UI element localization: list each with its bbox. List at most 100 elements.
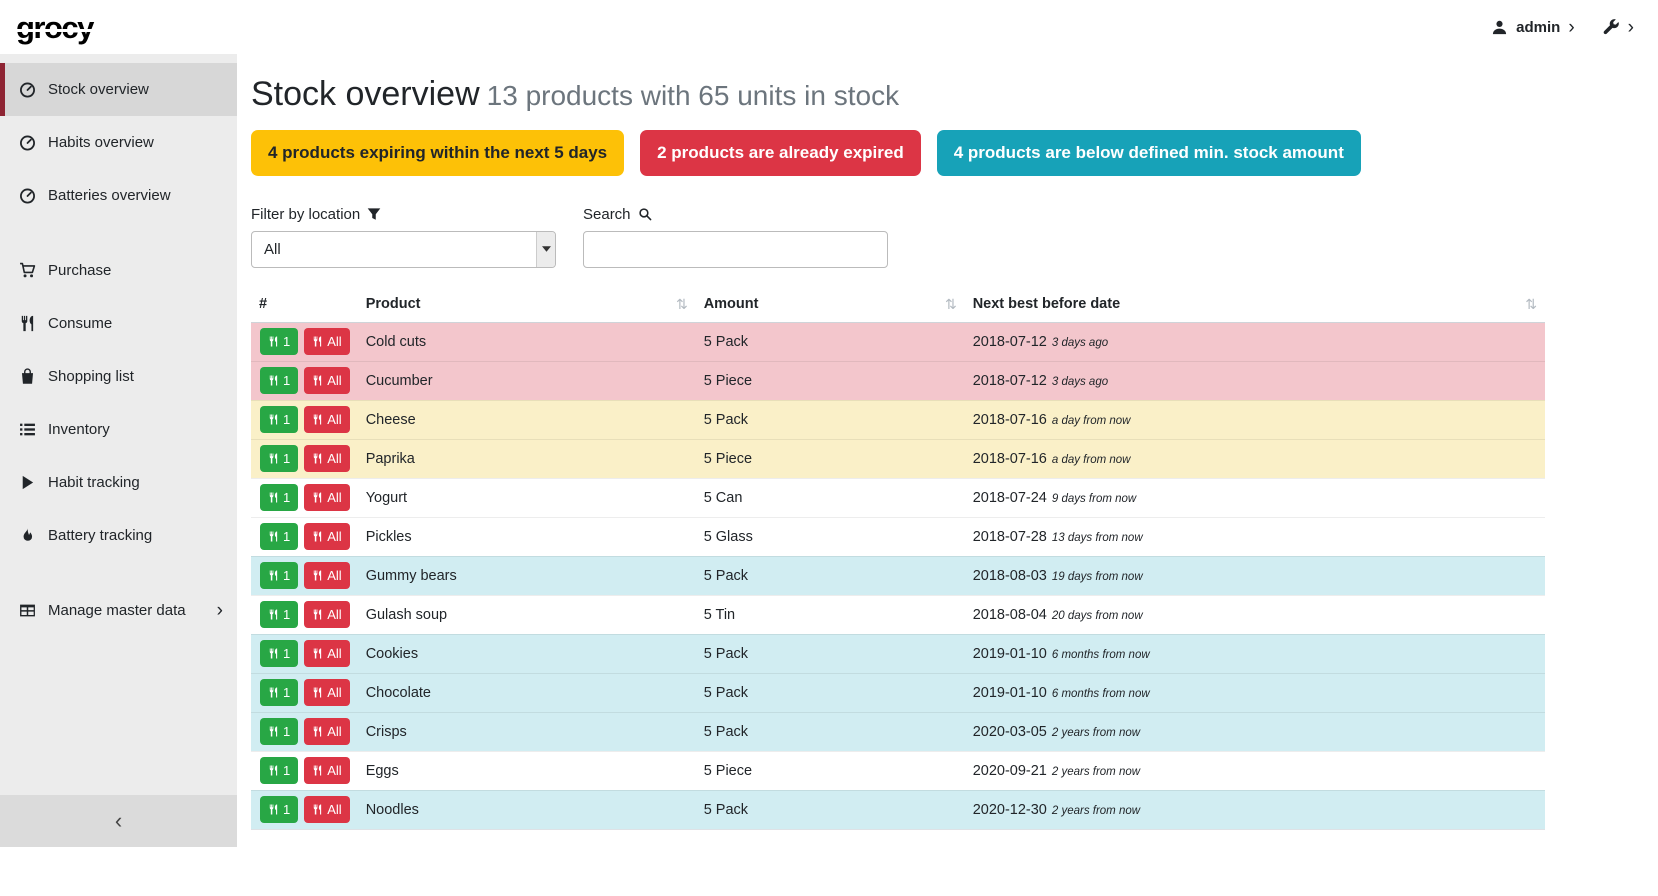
product-name: Noodles: [366, 802, 419, 818]
consume-one-button[interactable]: 1: [260, 796, 298, 823]
consume-all-button[interactable]: All: [304, 757, 349, 784]
sidebar-item-habits-overview[interactable]: Habits overview: [0, 116, 237, 169]
utensils-icon: [268, 804, 279, 815]
consume-all-button-label: All: [327, 763, 341, 778]
sidebar-item-purchase[interactable]: Purchase: [0, 244, 237, 297]
table-row: 1AllCookies5 Pack2019-01-106 months from…: [251, 634, 1545, 673]
search-input[interactable]: [583, 231, 888, 268]
consume-all-button[interactable]: All: [304, 562, 349, 589]
amount-value-cell: 5 Pack: [696, 673, 965, 712]
consume-one-button[interactable]: 1: [260, 523, 298, 550]
status-badge-3[interactable]: 4 products are below defined min. stock …: [937, 130, 1361, 176]
best-before-date: 2018-07-12: [973, 373, 1047, 389]
search-label: Search: [583, 206, 888, 223]
utensils-icon: [312, 687, 323, 698]
product-name-cell: Eggs: [358, 751, 696, 790]
product-name: Cookies: [366, 646, 418, 662]
table-row: 1AllChocolate5 Pack2019-01-106 months fr…: [251, 673, 1545, 712]
utensils-icon: [268, 765, 279, 776]
sidebar-item-consume[interactable]: Consume: [0, 297, 237, 350]
utensils-icon: [312, 648, 323, 659]
utensils-icon: [312, 375, 323, 386]
location-filter-select[interactable]: All: [251, 231, 556, 268]
status-badge-1[interactable]: 4 products expiring within the next 5 da…: [251, 130, 624, 176]
location-filter-value: All: [252, 241, 536, 258]
row-actions-cell: 1 All: [251, 634, 358, 673]
utensils-icon: [312, 492, 323, 503]
consume-all-button[interactable]: All: [304, 718, 349, 745]
best-before-date: 2018-07-24: [973, 490, 1047, 506]
sidebar-item-label: Battery tracking: [48, 527, 152, 544]
best-before-date: 2018-07-28: [973, 529, 1047, 545]
best-before-date-cell: 2018-07-16a day from now: [965, 400, 1545, 439]
column-header-product[interactable]: Product ⇅: [358, 292, 696, 323]
consume-all-button[interactable]: All: [304, 796, 349, 823]
search-label-text: Search: [583, 206, 631, 223]
stock-table: # Product ⇅ Amount ⇅ Next best before da…: [251, 292, 1545, 830]
sidebar-collapse-button[interactable]: ‹: [0, 795, 237, 847]
consume-one-button[interactable]: 1: [260, 406, 298, 433]
consume-one-button[interactable]: 1: [260, 679, 298, 706]
row-actions-cell: 1All: [251, 712, 358, 751]
consume-all-button[interactable]: All: [304, 445, 349, 472]
consume-one-button[interactable]: 1: [260, 562, 298, 589]
best-before-date-cell: 2020-12-302 years from now: [965, 790, 1545, 829]
amount-value-cell: 5 Piece: [696, 439, 965, 478]
consume-all-button[interactable]: All: [304, 523, 349, 550]
sidebar-item-label: Batteries overview: [48, 187, 171, 204]
column-header-amount[interactable]: Amount ⇅: [696, 292, 965, 323]
consume-all-button[interactable]: All: [304, 679, 349, 706]
sidebar-item-manage-master-data[interactable]: Manage master data›: [0, 584, 237, 637]
consume-all-button[interactable]: All: [304, 328, 349, 355]
sidebar-item-battery-tracking[interactable]: Battery tracking: [0, 509, 237, 562]
consume-one-button[interactable]: 1: [260, 367, 298, 394]
utensils-icon: [268, 531, 279, 542]
relative-time: 19 days from now: [1052, 571, 1143, 583]
column-header-number: #: [251, 292, 358, 323]
app-logo[interactable]: grocy: [16, 12, 93, 43]
sidebar-item-batteries-overview[interactable]: Batteries overview: [0, 169, 237, 222]
consume-all-button[interactable]: All: [304, 601, 349, 628]
user-menu[interactable]: admin ›: [1491, 18, 1575, 37]
consume-one-button[interactable]: 1: [260, 640, 298, 667]
consume-all-button[interactable]: All: [304, 406, 349, 433]
cart-icon: [19, 262, 36, 279]
page-title: Stock overview13 products with 65 units …: [251, 74, 1658, 115]
consume-one-button[interactable]: 1: [260, 718, 298, 745]
filter-icon: [367, 207, 381, 221]
sidebar-item-inventory[interactable]: Inventory: [0, 403, 237, 456]
table-row: 1AllPaprika5 Piece2018-07-16a day from n…: [251, 439, 1545, 478]
amount-value-cell: 5 Pack: [696, 400, 965, 439]
product-name-cell: Cookies: [358, 634, 696, 673]
main-content: Stock overview13 products with 65 units …: [237, 54, 1658, 830]
amount-value-cell: 5 Piece: [696, 361, 965, 400]
sidebar-item-label: Shopping list: [48, 368, 134, 385]
sidebar-item-habit-tracking[interactable]: Habit tracking: [0, 456, 237, 509]
consume-one-button[interactable]: 1: [260, 601, 298, 628]
consume-one-button[interactable]: 1: [260, 484, 298, 511]
best-before-date-cell: 2020-03-052 years from now: [965, 712, 1545, 751]
consume-all-button-label: All: [327, 646, 341, 661]
consume-one-button[interactable]: 1: [260, 328, 298, 355]
consume-all-button[interactable]: All: [304, 367, 349, 394]
utensils-icon: [312, 336, 323, 347]
sidebar-item-stock-overview[interactable]: Stock overview: [0, 63, 237, 116]
top-right-menus: admin › ›: [1491, 18, 1634, 37]
column-header-best-before[interactable]: Next best before date ⇅: [965, 292, 1545, 323]
best-before-date-cell: 2018-08-0420 days from now: [965, 595, 1545, 634]
chevron-left-icon: ‹: [115, 808, 122, 834]
consume-all-button[interactable]: All: [304, 484, 349, 511]
consume-all-button[interactable]: All: [304, 640, 349, 667]
consume-one-button-label: 1: [283, 490, 290, 505]
consume-one-button-label: 1: [283, 334, 290, 349]
settings-menu[interactable]: ›: [1603, 18, 1634, 37]
utensils-icon: [312, 453, 323, 464]
best-before-date: 2020-03-05: [973, 724, 1047, 740]
user-name: admin: [1516, 19, 1560, 36]
relative-time: 20 days from now: [1052, 610, 1143, 622]
status-badge-2[interactable]: 2 products are already expired: [640, 130, 921, 176]
product-name-cell: Chocolate: [358, 673, 696, 712]
consume-one-button[interactable]: 1: [260, 757, 298, 784]
consume-one-button[interactable]: 1: [260, 445, 298, 472]
sidebar-item-shopping-list[interactable]: Shopping list: [0, 350, 237, 403]
